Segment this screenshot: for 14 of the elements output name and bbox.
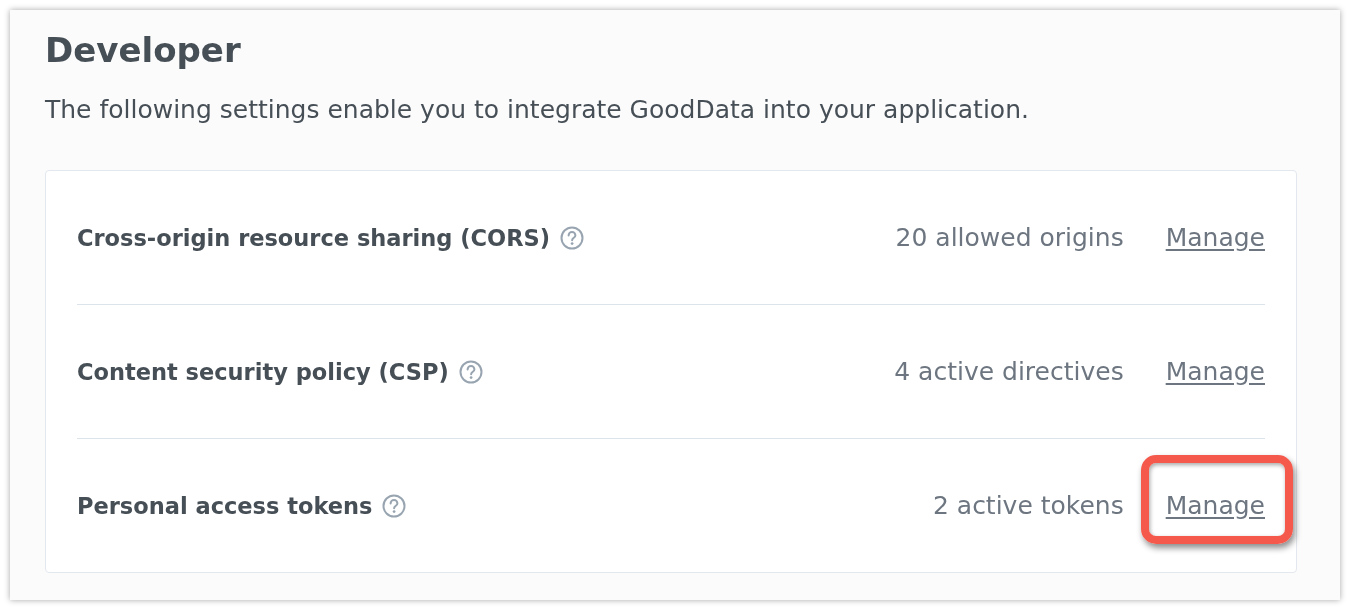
page-title: Developer: [45, 29, 242, 72]
manage-link[interactable]: Manage: [1165, 355, 1265, 388]
setting-summary: 2 active tokens: [932, 491, 1124, 520]
manage-link[interactable]: Manage: [1165, 221, 1265, 254]
help-icon[interactable]: [458, 359, 483, 384]
setting-label: Cross-origin resource sharing (CORS): [77, 224, 550, 251]
setting-summary: 4 active directives: [894, 357, 1124, 386]
help-icon[interactable]: [560, 225, 584, 250]
help-icon[interactable]: [382, 493, 407, 518]
setting-label: Personal access tokens: [77, 492, 373, 519]
page-description: The following settings enable you to integrate GoodData into your application.: [45, 94, 1030, 126]
setting-summary: 20 allowed origins: [895, 223, 1124, 252]
setting-label: Content security policy (CSP): [77, 358, 449, 385]
manage-link[interactable]: Manage: [1165, 489, 1265, 522]
